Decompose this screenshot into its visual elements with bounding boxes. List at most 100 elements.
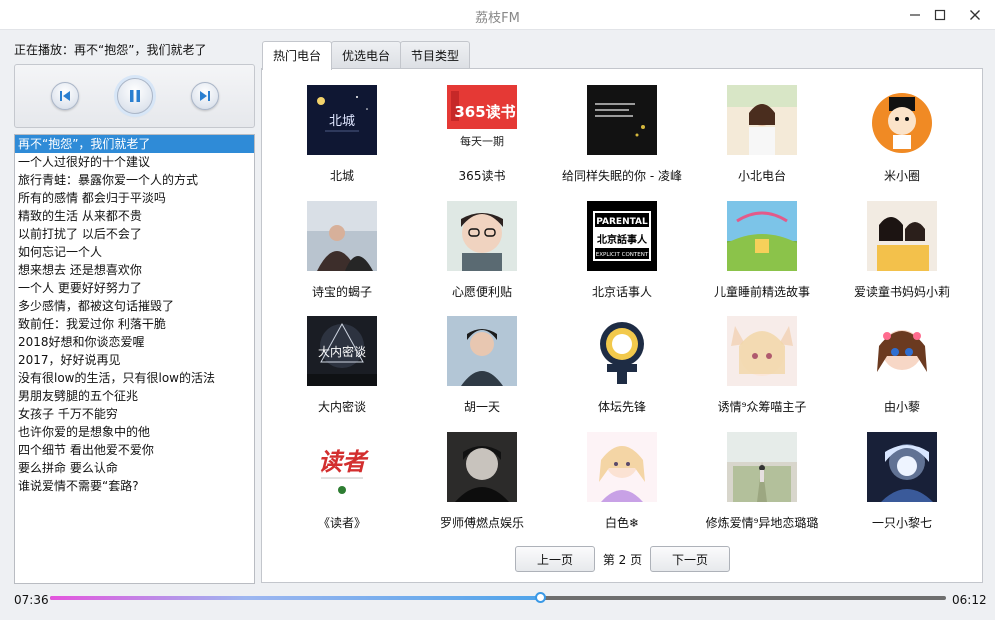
playlist-item[interactable]: 一个人过很好的十个建议 xyxy=(15,153,254,171)
station-name[interactable]: 给同样失眠的你 - 凌峰 xyxy=(552,167,692,184)
playlist-item[interactable]: 想来想去 还是想喜欢你 xyxy=(15,261,254,279)
station-card[interactable]: PARENTAL 北京話事人 EXPLICIT CONTENT 北京话事人 xyxy=(552,191,692,306)
station-card[interactable]: 爱读童书妈妈小莉 xyxy=(832,191,972,306)
station-cover[interactable] xyxy=(447,316,517,386)
pause-button[interactable] xyxy=(117,78,153,114)
skip-previous-icon xyxy=(60,91,70,101)
station-cover[interactable]: PARENTAL 北京話事人 EXPLICIT CONTENT xyxy=(587,200,657,271)
playlist-item[interactable]: 2017，好好说再见 xyxy=(15,351,254,369)
station-card[interactable]: 北城 北城 xyxy=(272,75,412,190)
station-cover[interactable] xyxy=(447,431,517,502)
close-icon xyxy=(970,10,980,20)
playlist-item[interactable]: 也许你爱的是想象中的他 xyxy=(15,423,254,441)
tab-hot-stations[interactable]: 热门电台 xyxy=(262,41,333,70)
station-cover[interactable] xyxy=(727,200,797,271)
station-card[interactable]: 读者 《读者》 xyxy=(272,422,412,537)
station-cover[interactable] xyxy=(727,431,797,502)
station-name[interactable]: 诱情⁹众筹喵主子 xyxy=(692,398,832,415)
playlist-item[interactable]: 旅行青蛙：暴露你爱一个人的方式 xyxy=(15,171,254,189)
playlist-item[interactable]: 没有很low的生活，只有很low的活法 xyxy=(15,369,254,387)
station-cover[interactable] xyxy=(307,200,377,271)
playlist-item[interactable]: 多少感情，都被这句话摧毁了 xyxy=(15,297,254,315)
station-cover[interactable] xyxy=(447,200,517,271)
station-cover[interactable]: 北城 xyxy=(307,85,377,155)
station-cover[interactable] xyxy=(587,431,657,502)
station-cover[interactable] xyxy=(727,85,797,155)
station-cover[interactable] xyxy=(867,85,937,155)
station-card[interactable]: 小北电台 xyxy=(692,75,832,190)
station-cover[interactable] xyxy=(867,431,937,502)
progress-thumb[interactable] xyxy=(535,592,547,603)
tab-featured-stations[interactable]: 优选电台 xyxy=(331,41,402,69)
station-name[interactable]: 爱读童书妈妈小莉 xyxy=(832,283,972,300)
station-cover[interactable]: 读者 xyxy=(307,431,377,502)
station-card[interactable]: 修炼爱情⁹异地恋璐璐 xyxy=(692,422,832,537)
playlist-item[interactable]: 四个细节 看出他爱不爱你 xyxy=(15,441,254,459)
station-name[interactable]: 米小圈 xyxy=(832,167,972,184)
total-time: 06:12 xyxy=(952,593,987,607)
station-cover[interactable]: 大内密谈 xyxy=(307,316,377,386)
playlist-item[interactable]: 再不“抱怨”，我们就老了 xyxy=(15,135,254,153)
playlist-item[interactable]: 一个人 更要好好努力了 xyxy=(15,279,254,297)
station-name[interactable]: 大内密谈 xyxy=(272,398,412,415)
station-cover[interactable] xyxy=(867,316,937,386)
station-name[interactable]: 心愿便利贴 xyxy=(412,283,552,300)
station-cover-image xyxy=(587,316,657,386)
station-card[interactable]: 诗宝的蝎子 xyxy=(272,191,412,306)
station-name[interactable]: 《读者》 xyxy=(272,514,412,531)
playlist-item[interactable]: 如何忘记一个人 xyxy=(15,243,254,261)
station-card[interactable]: 儿童睡前精选故事 xyxy=(692,191,832,306)
station-name[interactable]: 白色❄ xyxy=(552,514,692,531)
playlist-item[interactable]: 精致的生活 从来都不贵 xyxy=(15,207,254,225)
playlist-item[interactable]: 以前打扰了 以后不会了 xyxy=(15,225,254,243)
playlist-item[interactable]: 要么拼命 要么认命 xyxy=(15,459,254,477)
station-name[interactable]: 体坛先锋 xyxy=(552,398,692,415)
station-name[interactable]: 北城 xyxy=(272,167,412,184)
station-name[interactable]: 由小藜 xyxy=(832,398,972,415)
playlist-item[interactable]: 男朋友劈腿的五个征兆 xyxy=(15,387,254,405)
station-name[interactable]: 罗师傅燃点娱乐 xyxy=(412,514,552,531)
cover-text: 读者 xyxy=(318,447,369,476)
station-card[interactable]: 罗师傅燃点娱乐 xyxy=(412,422,552,537)
station-cover[interactable]: 365读书 每天一期 xyxy=(447,85,517,155)
station-card[interactable]: 一只小黎七 xyxy=(832,422,972,537)
cover-text: PARENTAL xyxy=(596,217,648,227)
station-card[interactable]: 心愿便利贴 xyxy=(412,191,552,306)
station-card[interactable]: 大内密谈 大内密谈 xyxy=(272,306,412,421)
station-name[interactable]: 胡一天 xyxy=(412,398,552,415)
playlist-item[interactable]: 女孩子 千万不能穷 xyxy=(15,405,254,423)
station-cover[interactable] xyxy=(587,85,657,155)
playlist-item[interactable]: 谁说爱情不需要“套路? xyxy=(15,477,254,495)
prev-page-button[interactable]: 上一页 xyxy=(515,546,595,572)
station-card[interactable]: 给同样失眠的你 - 凌峰 xyxy=(552,75,692,190)
station-cover[interactable] xyxy=(587,316,657,386)
playlist-item[interactable]: 所有的感情 都会归于平淡吗 xyxy=(15,189,254,207)
close-button[interactable] xyxy=(964,4,986,26)
station-card[interactable]: 365读书 每天一期 365读书 xyxy=(412,75,552,190)
station-card[interactable]: 诱情⁹众筹喵主子 xyxy=(692,306,832,421)
station-card[interactable]: 白色❄ xyxy=(552,422,692,537)
station-name[interactable]: 修炼爱情⁹异地恋璐璐 xyxy=(692,514,832,531)
station-card[interactable]: 米小圈 xyxy=(832,75,972,190)
station-cover[interactable] xyxy=(727,316,797,386)
playlist-item[interactable]: 2018好想和你谈恋爱喔 xyxy=(15,333,254,351)
maximize-button[interactable] xyxy=(929,4,951,26)
station-name[interactable]: 北京话事人 xyxy=(552,283,692,300)
station-name[interactable]: 一只小黎七 xyxy=(832,514,972,531)
next-page-button[interactable]: 下一页 xyxy=(650,546,730,572)
station-name[interactable]: 儿童睡前精选故事 xyxy=(692,283,832,300)
station-name[interactable]: 小北电台 xyxy=(692,167,832,184)
station-name[interactable]: 诗宝的蝎子 xyxy=(272,283,412,300)
previous-button[interactable] xyxy=(51,82,79,110)
station-card[interactable]: 由小藜 xyxy=(832,306,972,421)
progress-bar[interactable] xyxy=(50,592,946,603)
minimize-button[interactable] xyxy=(904,4,926,26)
station-name[interactable]: 365读书 xyxy=(412,167,552,184)
playlist[interactable]: 再不“抱怨”，我们就老了 一个人过很好的十个建议 旅行青蛙：暴露你爱一个人的方式 所有… xyxy=(14,134,255,584)
station-card[interactable]: 体坛先锋 xyxy=(552,306,692,421)
tab-program-types[interactable]: 节目类型 xyxy=(400,41,471,69)
station-cover[interactable] xyxy=(867,200,937,271)
playlist-item[interactable]: 致前任：我爱过你 利落干脆 xyxy=(15,315,254,333)
station-card[interactable]: 胡一天 xyxy=(412,306,552,421)
next-button[interactable] xyxy=(191,82,219,110)
